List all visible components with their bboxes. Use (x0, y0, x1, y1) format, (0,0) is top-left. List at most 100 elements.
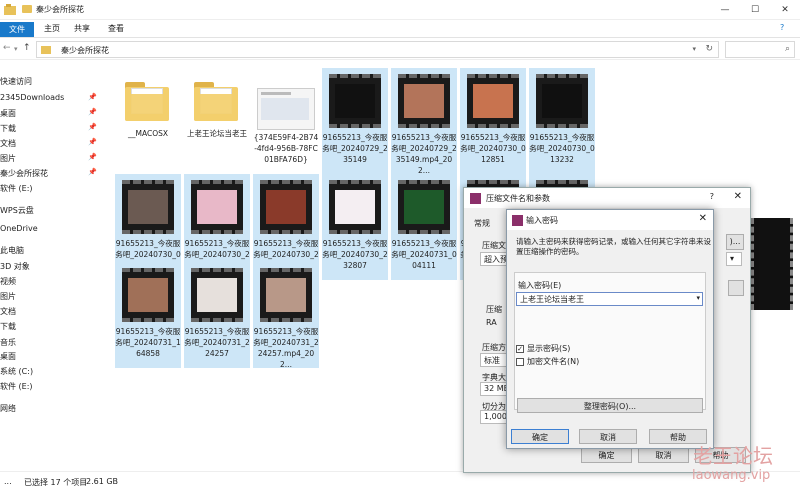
nav-item-label: 软件 (E:) (0, 184, 33, 193)
nav-item[interactable]: 此电脑 (0, 245, 24, 256)
refresh-icon[interactable]: ↻ (705, 44, 713, 54)
minimize-button[interactable]: — (710, 0, 740, 20)
show-password-checkbox[interactable]: ✓ 显示密码(S) (516, 343, 570, 354)
chevron-down-icon[interactable]: ▾ (692, 45, 696, 53)
video-thumbnail (398, 180, 450, 234)
folder-item[interactable]: 上老王论坛当老王 (184, 68, 250, 174)
profile-dropdown[interactable]: ▾ (726, 252, 742, 266)
watermark-url: laowang.vip (692, 468, 771, 483)
nav-item[interactable]: 网络 (0, 403, 16, 414)
file-name: 91655213_今夜服务吧_20240729_235149.mp4_202..… (391, 133, 457, 175)
nav-item[interactable]: WPS云盘 (0, 205, 34, 216)
pin-icon[interactable]: 📌 (88, 168, 97, 176)
history-dropdown-icon[interactable]: ▾ (14, 45, 18, 53)
compression-method-label: 压缩方 (482, 343, 506, 352)
ok-button[interactable]: 确定 (581, 447, 632, 463)
nav-item[interactable]: 图片 📌 (0, 153, 97, 164)
help-icon[interactable]: ? (710, 192, 714, 201)
tab-file[interactable]: 文件 (0, 22, 34, 37)
nav-item[interactable]: 图片 (0, 291, 16, 302)
video-file-item[interactable]: 91655213_今夜服务吧_20240731_164858 (115, 262, 181, 368)
dialog-title: 压缩文件名和参数 (486, 194, 550, 203)
video-file-item[interactable]: 91655213_今夜服务吧_20240729_235149 (322, 68, 388, 174)
cancel-button[interactable]: 取消 (638, 447, 689, 463)
nav-item[interactable]: 桌面 (0, 351, 16, 362)
show-password-label: 显示密码(S) (527, 344, 571, 353)
nav-item-label: 快速访问 (0, 77, 32, 86)
pin-icon[interactable]: 📌 (88, 153, 97, 161)
address-bar: ← ▾ ↑ 秦少会所探花 ▾ ↻ ⌕ (0, 38, 800, 60)
back-icon[interactable]: ← (3, 43, 11, 53)
encrypt-filenames-checkbox[interactable]: 加密文件名(N) (516, 356, 579, 367)
video-file-item[interactable]: 91655213_今夜服务吧_20240730_232807 (322, 174, 388, 280)
file-name: 91655213_今夜服务吧_20240731_164858 (115, 327, 181, 358)
ribbon: 文件 主页 共享 查看 ? (0, 20, 800, 38)
nav-item[interactable]: 音乐 (0, 337, 16, 348)
password-input[interactable]: 上老王论坛当老王 ▾ (516, 292, 703, 306)
title-bar: 秦少会所探花 — ☐ ✕ (0, 0, 800, 20)
video-thumbnail (751, 218, 793, 310)
nav-item[interactable]: OneDrive (0, 224, 38, 233)
nav-item[interactable]: 视频 (0, 276, 16, 287)
video-thumbnail (398, 74, 450, 128)
pin-icon[interactable]: 📌 (88, 108, 97, 116)
nav-item-label: 桌面 (0, 352, 16, 361)
folder-item[interactable]: __MACOSX (115, 68, 181, 174)
video-thumbnail (191, 180, 243, 234)
ok-button[interactable]: 确定 (511, 429, 569, 444)
cancel-button[interactable]: 取消 (579, 429, 637, 444)
nav-item[interactable]: 下载 📌 (0, 123, 97, 134)
pin-icon[interactable]: 📌 (88, 138, 97, 146)
video-thumbnail (122, 180, 174, 234)
image-thumbnail (257, 88, 315, 130)
video-file-item[interactable]: 91655213_今夜服务吧_20240729_235149.mp4_202..… (391, 68, 457, 175)
tab-share[interactable]: 共享 (74, 23, 90, 34)
nav-item[interactable]: 软件 (E:) (0, 381, 33, 392)
nav-item[interactable]: 秦少会所探花 📌 (0, 168, 97, 179)
winrar-icon (470, 193, 481, 204)
tab-home[interactable]: 主页 (44, 23, 60, 34)
item-count: ... (4, 477, 12, 486)
pin-icon[interactable]: 📌 (88, 93, 97, 101)
tab-general[interactable]: 常规 (474, 218, 490, 229)
selection-size: 2.61 GB (86, 477, 119, 486)
help-icon[interactable]: ? (780, 23, 784, 32)
encrypt-filenames-label: 加密文件名(N) (527, 357, 580, 366)
selection-count: 已选择 17 个项目 (24, 478, 88, 487)
nav-item[interactable]: 3D 对象 (0, 261, 30, 272)
video-file-item[interactable]: 91655213_今夜服务吧_20240731_004111 (391, 174, 457, 280)
nav-item[interactable]: 文档 (0, 306, 16, 317)
video-file-item[interactable]: 91655213_今夜服务吧_20240731_224257.mp4_202..… (253, 262, 319, 369)
nav-item[interactable]: 下载 (0, 321, 16, 332)
video-file-item[interactable]: 91655213_今夜服务吧_20240731_224257 (184, 262, 250, 368)
organize-passwords-button[interactable]: 整理密码(O)... (517, 398, 703, 413)
image-file-item[interactable]: {374E59F4-2B74-4fd4-956B-78FC01BFA76D} (253, 68, 319, 174)
up-icon[interactable]: ↑ (23, 43, 31, 53)
address-box[interactable]: 秦少会所探花 ▾ ↻ (36, 41, 719, 58)
status-bar: ... 已选择 17 个项目 2.61 GB (0, 471, 800, 492)
nav-item[interactable]: 系统 (C:) (0, 366, 33, 377)
nav-item[interactable]: 快速访问 (0, 76, 32, 87)
tab-view[interactable]: 查看 (108, 23, 124, 34)
file-name: 91655213_今夜服务吧_20240731_004111 (391, 239, 457, 270)
nav-item-label: OneDrive (0, 224, 38, 233)
video-thumbnail (260, 268, 312, 322)
quick-access-icon[interactable] (4, 4, 18, 15)
profiles-button[interactable] (728, 280, 744, 296)
maximize-button[interactable]: ☐ (740, 0, 770, 20)
search-icon: ⌕ (784, 44, 790, 54)
nav-item[interactable]: 2345Downloads 📌 (0, 93, 97, 102)
nav-item[interactable]: 软件 (E:) (0, 183, 33, 194)
pin-icon[interactable]: 📌 (88, 123, 97, 131)
video-file-item[interactable]: 91655213_今夜服务吧_20240730_013232 (529, 68, 595, 174)
search-input[interactable]: ⌕ (725, 41, 795, 58)
format-rar-radio[interactable]: RA (486, 318, 497, 327)
nav-item[interactable]: 文档 📌 (0, 138, 97, 149)
video-file-item[interactable]: 91655213_今夜服务吧_20240730_012851 (460, 68, 526, 174)
close-icon[interactable]: ✕ (734, 191, 742, 202)
close-icon[interactable]: ✕ (699, 213, 707, 224)
close-button[interactable]: ✕ (770, 0, 800, 20)
browse-button[interactable]: )... (726, 234, 744, 250)
nav-item[interactable]: 桌面 📌 (0, 108, 97, 119)
chevron-down-icon[interactable]: ▾ (696, 294, 700, 302)
